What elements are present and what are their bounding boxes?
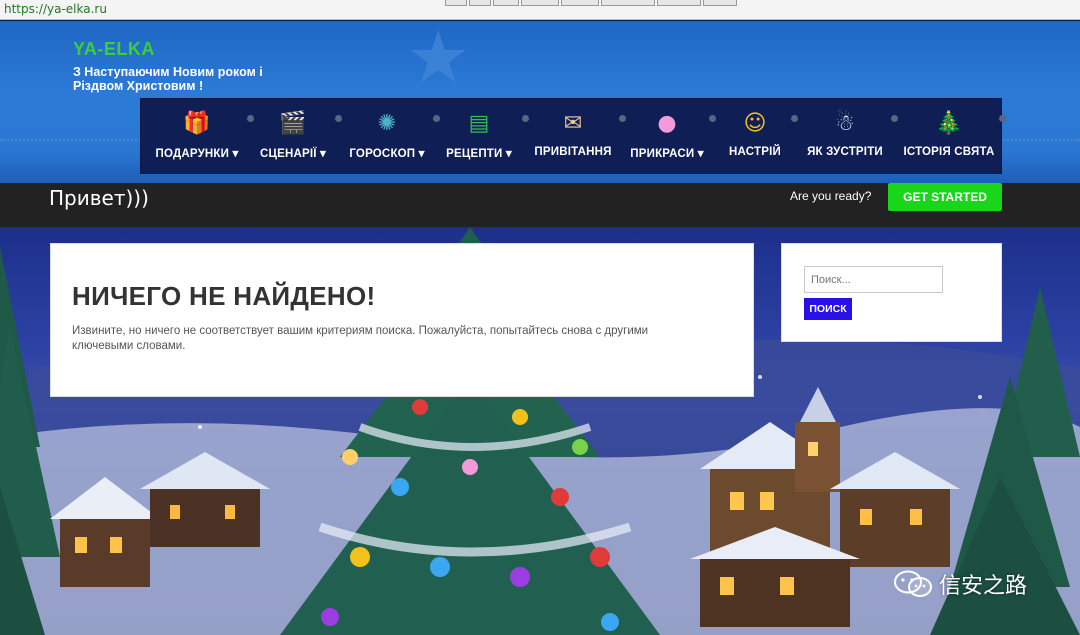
nav-item-label: ІСТОРІЯ СВЯТА bbox=[903, 146, 995, 158]
nav-item-label: ПРИКРАСИ ▾ bbox=[630, 148, 704, 160]
nav-separator-dot bbox=[999, 115, 1006, 122]
toolbar-button[interactable] bbox=[703, 0, 737, 6]
zodiac-wheel-icon: ✺ bbox=[377, 111, 397, 136]
nav-separator-dot bbox=[335, 115, 342, 122]
ornament-bulb-icon: ● bbox=[657, 111, 677, 136]
watermark: 信安之路 bbox=[893, 568, 1027, 600]
toolbar-button[interactable] bbox=[601, 0, 655, 6]
search-widget: ПОИСК bbox=[781, 243, 1002, 342]
nav-item-label: ЯК ЗУСТРІТИ bbox=[807, 146, 883, 158]
nav-item-horoscope[interactable]: ✺ ГОРОСКОП ▾ bbox=[343, 99, 431, 175]
wechat-icon bbox=[893, 569, 933, 599]
nav-item-label: ПОДАРУНКИ ▾ bbox=[155, 148, 239, 160]
nav-item-label: РЕЦЕПТИ ▾ bbox=[446, 148, 512, 160]
site-tagline: З Наступаючим Новим роком і Різдвом Хрис… bbox=[73, 65, 263, 93]
toolbar-button[interactable] bbox=[493, 0, 519, 6]
search-input[interactable] bbox=[804, 266, 943, 293]
toolbar-button[interactable] bbox=[521, 0, 559, 6]
nav-separator-dot bbox=[522, 115, 529, 122]
christmas-tree-icon: 🎄 bbox=[935, 111, 963, 136]
nav-separator-dot bbox=[709, 115, 716, 122]
clapperboard-icon: 🎬 bbox=[279, 111, 307, 136]
search-button[interactable]: ПОИСК bbox=[804, 298, 852, 320]
toolbar-button[interactable] bbox=[657, 0, 701, 6]
nav-item-label: ГОРОСКОП ▾ bbox=[349, 148, 425, 160]
nav-item-decorations[interactable]: ● ПРИКРАСИ ▾ bbox=[627, 99, 707, 175]
call-to-action-bar: Привет))) Are you ready? GET STARTED bbox=[0, 183, 1080, 227]
nav-item-label: НАСТРІЙ bbox=[729, 146, 781, 158]
nav-item-mood[interactable]: ☺ НАСТРІЙ bbox=[719, 99, 791, 175]
nav-item-how-to-celebrate[interactable]: ☃ ЯК ЗУСТРІТИ bbox=[801, 99, 889, 175]
site-title[interactable]: YA-ELKA bbox=[73, 39, 155, 60]
nav-item-label: ПРИВІТАННЯ bbox=[534, 146, 612, 158]
snowman-icon: ☃ bbox=[835, 111, 855, 136]
nav-item-greetings[interactable]: ✉ ПРИВІТАННЯ bbox=[529, 99, 617, 175]
no-results-message: Извините, но ничего не соответствует ваш… bbox=[72, 325, 649, 352]
star-decoration-icon: ★ bbox=[406, 21, 471, 99]
no-results-card: НИЧЕГО НЕ НАЙДЕНО! Извините, но ничего н… bbox=[50, 243, 754, 397]
nav-item-holiday-history[interactable]: 🎄 ІСТОРІЯ СВЯТА bbox=[899, 99, 999, 175]
nav-separator-dot bbox=[891, 115, 898, 122]
cta-text: Are you ready? bbox=[790, 189, 872, 203]
main-navigation: 🎁 ПОДАРУНКИ ▾ 🎬 СЦЕНАРІЇ ▾ ✺ ГОРОСКОП ▾ … bbox=[140, 98, 1006, 175]
get-started-button[interactable]: GET STARTED bbox=[888, 183, 1002, 211]
site-header: ★ YA-ELKA З Наступаючим Новим роком і Рі… bbox=[0, 21, 1080, 183]
page-title: Привет))) bbox=[49, 186, 149, 210]
watermark-text: 信安之路 bbox=[939, 574, 1028, 599]
smiley-icon: ☺ bbox=[743, 111, 767, 136]
recipe-book-icon: ▤ bbox=[468, 111, 490, 136]
nav-separator-dot bbox=[619, 115, 626, 122]
nav-item-label: СЦЕНАРІЇ ▾ bbox=[260, 148, 326, 160]
toolbar-button[interactable] bbox=[445, 0, 467, 6]
no-results-heading: НИЧЕГО НЕ НАЙДЕНО! bbox=[72, 281, 376, 311]
envelope-icon: ✉ bbox=[563, 111, 583, 136]
gift-icon: 🎁 bbox=[183, 111, 211, 136]
nav-item-scenarios[interactable]: 🎬 СЦЕНАРІЇ ▾ bbox=[253, 99, 333, 175]
url-text[interactable]: https://ya-elka.ru bbox=[4, 2, 107, 16]
toolbar-button[interactable] bbox=[469, 0, 491, 6]
nav-separator-dot bbox=[791, 115, 798, 122]
toolbar-button[interactable] bbox=[561, 0, 599, 6]
browser-address-bar[interactable]: https://ya-elka.ru bbox=[0, 0, 1080, 20]
nav-item-recipes[interactable]: ▤ РЕЦЕПТИ ▾ bbox=[439, 99, 519, 175]
nav-item-gifts[interactable]: 🎁 ПОДАРУНКИ ▾ bbox=[149, 99, 245, 175]
